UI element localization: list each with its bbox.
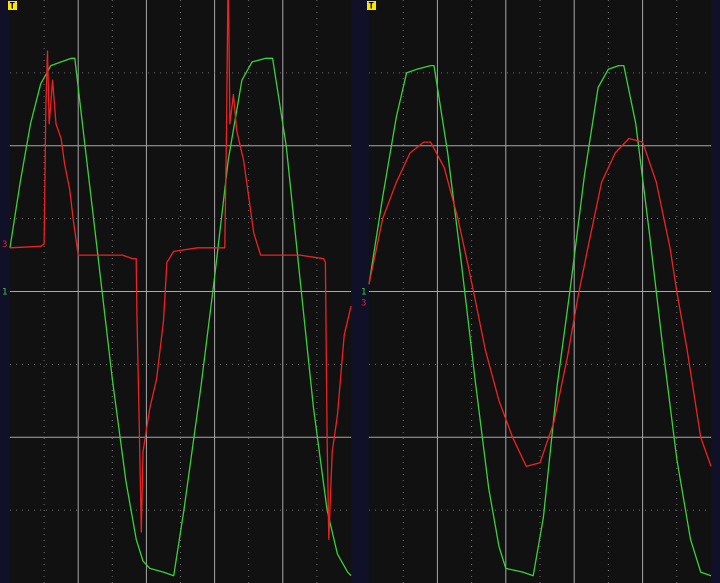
trigger-marker-left[interactable]: T xyxy=(8,1,17,12)
scope-panel-left: 3 1 T xyxy=(2,0,352,583)
trigger-marker-right[interactable]: T xyxy=(367,1,376,12)
ch3-ref-marker[interactable]: 3 xyxy=(2,240,7,250)
trigger-marker-label: T xyxy=(369,2,375,12)
trigger-marker-label: T xyxy=(10,2,16,12)
ref-markers-right: 13 xyxy=(361,288,366,309)
ch1-ref-marker[interactable]: 1 xyxy=(361,288,366,298)
ch1-ref-marker[interactable]: 1 xyxy=(2,288,7,298)
scope-panel-right: 13 T xyxy=(361,0,712,583)
oscilloscope-display: 31 T 13 T xyxy=(0,0,720,583)
ch3-ref-marker[interactable]: 3 xyxy=(361,298,366,308)
